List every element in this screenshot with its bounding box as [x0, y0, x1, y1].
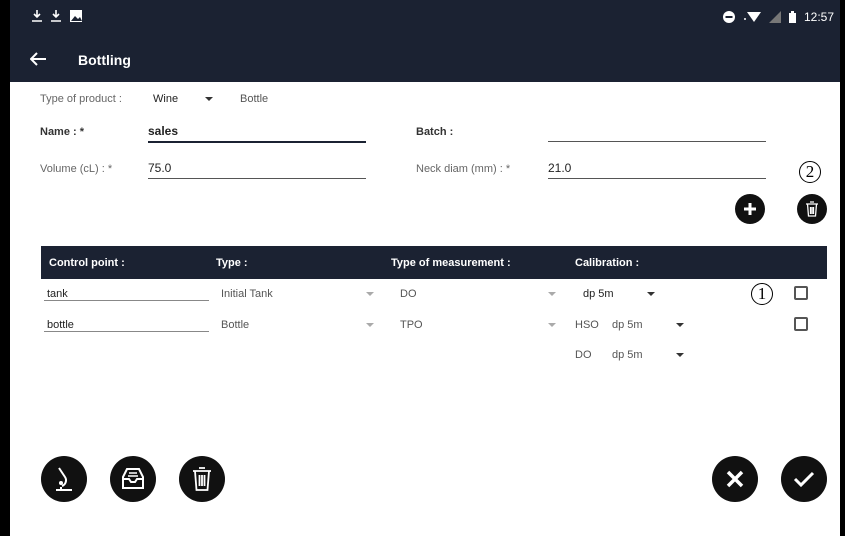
name-field-underline	[148, 141, 366, 143]
confirm-button[interactable]	[781, 456, 827, 502]
back-arrow-icon[interactable]	[29, 50, 46, 70]
type-select[interactable]: Initial Tank	[221, 288, 273, 300]
control-point-field-underline	[44, 331, 209, 332]
volume-field[interactable]: 75.0	[148, 161, 171, 175]
calibration-dropdown-arrow-icon[interactable]	[647, 292, 655, 296]
header-control-point: Control point :	[49, 257, 125, 269]
row-select-checkbox[interactable]	[794, 286, 808, 300]
download-icon	[51, 10, 61, 22]
right-frame-border	[840, 0, 845, 536]
calibration-dropdown-arrow-icon[interactable]	[676, 323, 684, 327]
inbox-icon	[122, 468, 144, 489]
annotation-two: 2	[799, 161, 821, 183]
calibration-select[interactable]: dp 5m	[583, 288, 614, 300]
delete-control-point-button[interactable]	[797, 194, 827, 224]
status-notifications	[32, 10, 82, 22]
product-select[interactable]: Wine	[153, 93, 178, 105]
product-dropdown-arrow-icon[interactable]	[205, 97, 213, 101]
control-point-field[interactable]: bottle	[47, 319, 74, 331]
batch-field-underline	[548, 141, 766, 142]
neck-diam-label: Neck diam (mm) : *	[416, 163, 511, 175]
calibration-select-hso[interactable]: dp 5m	[612, 319, 643, 331]
delete-all-button[interactable]	[179, 456, 225, 502]
header-calibration: Calibration :	[575, 257, 640, 269]
control-point-field-underline	[44, 300, 209, 301]
archive-button[interactable]	[110, 456, 156, 502]
microscope-icon	[56, 467, 72, 491]
status-time: 12:57	[803, 10, 834, 24]
name-field[interactable]: sales	[148, 124, 178, 138]
calibration-select-do[interactable]: dp 5m	[612, 349, 643, 361]
calibration-label-do: DO	[575, 349, 592, 361]
volume-field-underline	[148, 178, 366, 179]
status-system: 12:57	[722, 10, 834, 24]
cancel-button[interactable]	[712, 456, 758, 502]
neck-diam-field[interactable]: 21.0	[548, 161, 571, 175]
download-icon	[32, 10, 42, 22]
control-points-table-header: Control point : Type : Type of measureme…	[41, 246, 827, 279]
name-label: Name : *	[40, 126, 85, 138]
header-type: Type :	[216, 257, 248, 269]
close-icon	[726, 470, 744, 488]
annotation-one: 1	[751, 283, 773, 305]
measurement-dropdown-arrow-icon[interactable]	[548, 292, 556, 296]
battery-icon	[788, 11, 796, 23]
left-frame-border	[0, 0, 10, 536]
calibration-label-hso: HSO	[575, 319, 599, 331]
volume-label: Volume (cL) : *	[40, 163, 113, 175]
app-bar: 12:57 Bottling	[10, 0, 840, 82]
row-select-checkbox[interactable]	[794, 317, 808, 331]
type-dropdown-arrow-icon[interactable]	[366, 323, 374, 327]
do-not-disturb-icon	[722, 11, 735, 23]
image-icon	[70, 10, 82, 22]
trash-icon	[806, 201, 818, 217]
measurement-select[interactable]: TPO	[400, 319, 423, 331]
container-type-label: Bottle	[240, 93, 269, 105]
type-select[interactable]: Bottle	[221, 319, 249, 331]
trash-icon	[193, 467, 211, 491]
plus-icon	[744, 203, 756, 215]
page-title: Bottling	[78, 52, 131, 68]
no-signal-icon	[768, 11, 781, 23]
type-dropdown-arrow-icon[interactable]	[366, 292, 374, 296]
batch-label: Batch :	[416, 126, 454, 138]
add-control-point-button[interactable]	[735, 194, 765, 224]
checkmark-icon	[793, 471, 815, 488]
measure-button[interactable]	[41, 456, 87, 502]
neck-diam-field-underline	[548, 178, 766, 179]
measurement-dropdown-arrow-icon[interactable]	[548, 323, 556, 327]
calibration-dropdown-arrow-icon[interactable]	[676, 353, 684, 357]
measurement-select[interactable]: DO	[400, 288, 417, 300]
type-of-product-label: Type of product :	[40, 93, 122, 105]
wifi-icon	[743, 12, 761, 22]
control-point-field[interactable]: tank	[47, 288, 68, 300]
header-type-of-measurement: Type of measurement :	[391, 257, 511, 269]
